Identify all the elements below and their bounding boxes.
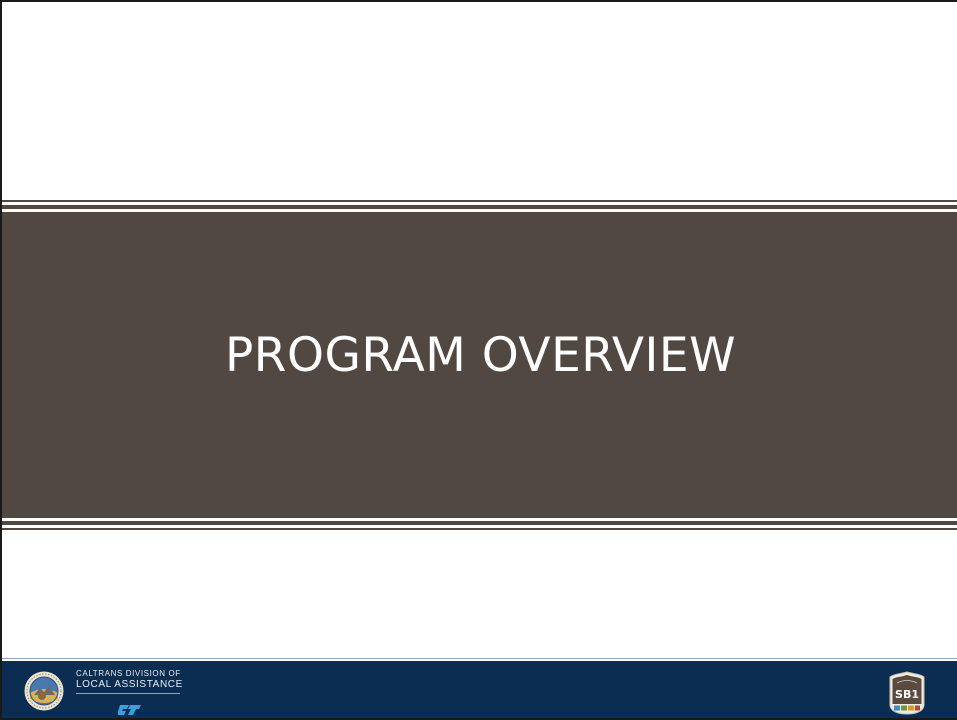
banner-top-thin-rule	[2, 200, 957, 202]
division-name-block: CALTRANS DIVISION OF LOCAL ASSISTANCE	[76, 669, 183, 694]
slide-title: PROGRAM OVERVIEW	[224, 327, 737, 383]
division-name-line2: LOCAL ASSISTANCE	[76, 679, 183, 690]
title-banner: PROGRAM OVERVIEW	[2, 212, 957, 518]
sb1-label: SB1	[895, 688, 919, 701]
caltrans-logo-icon	[118, 705, 141, 715]
banner-bottom-thin-rule	[2, 528, 957, 530]
sb1-shield-icon: SB1	[889, 671, 925, 715]
footer-bar: CALTRANS DIVISION OF LOCAL ASSISTANCE SB…	[2, 661, 957, 718]
california-seal-icon	[24, 671, 64, 711]
footer-divider	[2, 658, 957, 659]
division-underline	[76, 693, 180, 694]
division-name-line1: CALTRANS DIVISION OF	[76, 669, 181, 678]
banner-bottom-thick-rule	[2, 521, 957, 525]
banner-top-thick-rule	[2, 205, 957, 209]
slide: PROGRAM OVERVIEW CALTRANS DIVISION OF LO…	[0, 0, 957, 720]
